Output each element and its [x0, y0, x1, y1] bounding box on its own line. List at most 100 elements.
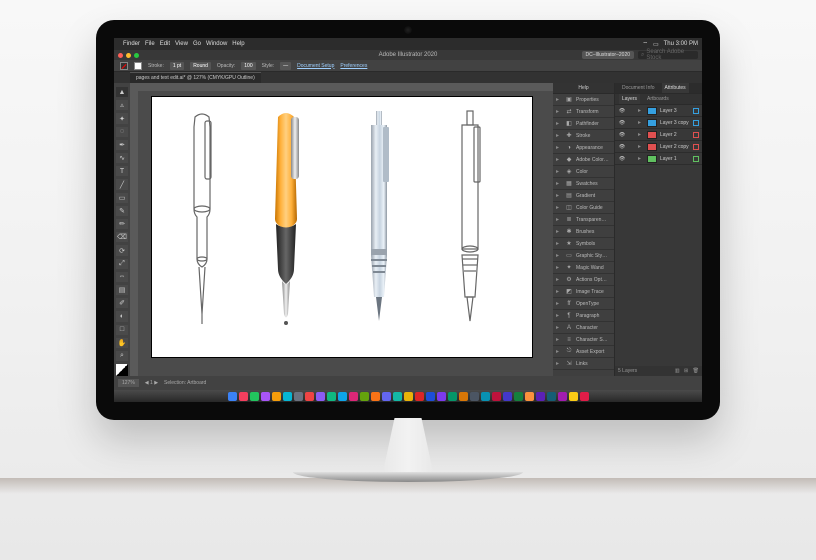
artwork-pen-outline-2[interactable] — [448, 109, 492, 341]
dock-app-icon[interactable] — [371, 392, 380, 401]
dock-app-icon[interactable] — [261, 392, 270, 401]
hand-tool[interactable]: ✋ — [116, 338, 128, 348]
layer-row[interactable]: 👁▸Layer 2 copy — [615, 141, 702, 153]
layer-name[interactable]: Layer 1 — [660, 156, 677, 162]
ruler-vertical[interactable] — [130, 91, 138, 376]
dock-app-icon[interactable] — [239, 392, 248, 401]
blend-tool[interactable]: ◐ — [116, 311, 128, 321]
menu-edit[interactable]: Edit — [160, 41, 170, 47]
dock-app-icon[interactable] — [536, 392, 545, 401]
layer-name[interactable]: Layer 3 — [660, 108, 677, 114]
stroke-swatch[interactable] — [134, 62, 142, 70]
target-icon[interactable] — [693, 120, 699, 126]
menu-help[interactable]: Help — [232, 41, 244, 47]
panel-item-pathfinder[interactable]: ▸◧Pathfinder — [553, 118, 614, 130]
panel-item-links[interactable]: ▸⇲Links — [553, 358, 614, 370]
layer-row[interactable]: 👁 ▸ Layer 3 copy — [615, 117, 702, 129]
stroke-weight-input[interactable]: 1 pt — [170, 62, 184, 70]
panel-item-opentype[interactable]: ▸ffOpenType — [553, 298, 614, 310]
zoom-tool[interactable]: ⌕ — [116, 351, 128, 361]
panel-item-properties[interactable]: ▸▣Properties — [553, 94, 614, 106]
dock-app-icon[interactable] — [525, 392, 534, 401]
layer-name[interactable]: Layer 3 copy — [660, 120, 689, 126]
dock-app-icon[interactable] — [250, 392, 259, 401]
search-input[interactable]: ⌕ Search Adobe Stock — [638, 51, 698, 59]
panel-item-character[interactable]: ▸ACharacter — [553, 322, 614, 334]
new-sublayer-icon[interactable]: ⊞ — [684, 368, 688, 374]
dock-app-icon[interactable] — [294, 392, 303, 401]
panel-item-adobe-color[interactable]: ▸◆Adobe Color… — [553, 154, 614, 166]
curvature-tool[interactable]: ∿ — [116, 153, 128, 163]
expand-icon[interactable]: ▸ — [638, 119, 644, 126]
pen-tool[interactable]: ✒ — [116, 140, 128, 150]
minimize-icon[interactable] — [126, 53, 131, 58]
selection-tool[interactable]: ▲ — [116, 87, 128, 97]
pencil-tool[interactable]: ✏ — [116, 219, 128, 229]
opacity-input[interactable]: 100 — [241, 62, 255, 70]
type-tool[interactable]: T — [116, 166, 128, 176]
document-setup-button[interactable]: Document Setup — [297, 63, 334, 69]
preferences-button[interactable]: Preferences — [340, 63, 367, 69]
target-icon[interactable] — [693, 144, 699, 150]
lasso-tool[interactable]: ◌ — [116, 127, 128, 137]
menu-window[interactable]: Window — [206, 41, 227, 47]
dock-app-icon[interactable] — [569, 392, 578, 401]
menu-view[interactable]: View — [175, 41, 188, 47]
zoom-level[interactable]: 127% — [118, 379, 139, 387]
layer-name[interactable]: Layer 2 — [660, 132, 677, 138]
panel-item-transparen[interactable]: ▸≣Transparen… — [553, 214, 614, 226]
panel-item-brushes[interactable]: ▸✱Brushes — [553, 226, 614, 238]
dock-app-icon[interactable] — [327, 392, 336, 401]
menu-finder[interactable]: Finder — [123, 41, 140, 47]
gradient-tool[interactable]: ▤ — [116, 285, 128, 295]
panel-item-gradient[interactable]: ▸▤Gradient — [553, 190, 614, 202]
zoom-window-icon[interactable] — [134, 53, 139, 58]
dock-app-icon[interactable] — [514, 392, 523, 401]
new-layer-icon[interactable]: ▥ — [675, 368, 680, 374]
menu-go[interactable]: Go — [193, 41, 201, 47]
expand-icon[interactable]: ▸ — [638, 155, 644, 162]
dock-app-icon[interactable] — [283, 392, 292, 401]
visibility-toggle-icon[interactable]: 👁 — [618, 120, 626, 126]
workspace-chip[interactable]: DC–Illustrator–2020 — [582, 51, 634, 59]
dock-app-icon[interactable] — [338, 392, 347, 401]
document-tab[interactable]: pages and text edit.ai* @ 127% (CMYK/GPU… — [130, 72, 261, 83]
panel-item-stroke[interactable]: ▸✚Stroke — [553, 130, 614, 142]
layer-row[interactable]: 👁 ▸ Layer 2 — [615, 129, 702, 141]
visibility-toggle-icon[interactable]: 👁 — [618, 156, 626, 162]
brush-tool[interactable]: ✎ — [116, 206, 128, 216]
ruler-horizontal[interactable] — [130, 83, 553, 91]
panel-item-color[interactable]: ▸◈Color — [553, 166, 614, 178]
dock-app-icon[interactable] — [426, 392, 435, 401]
visibility-toggle-icon[interactable]: 👁 — [618, 108, 626, 114]
dock-app-icon[interactable] — [404, 392, 413, 401]
panel-item-magic-wand[interactable]: ▸✦Magic Wand — [553, 262, 614, 274]
expand-icon[interactable]: ▸ — [638, 107, 644, 114]
panel-item-graphic-sty[interactable]: ▸▭Graphic Sty… — [553, 250, 614, 262]
direct-selection-tool[interactable]: ▵ — [116, 100, 128, 110]
artboard-tool[interactable]: □ — [116, 325, 128, 335]
dock-app-icon[interactable] — [360, 392, 369, 401]
panel-item-character-s[interactable]: ▸≡Character S… — [553, 334, 614, 346]
dock-app-icon[interactable] — [470, 392, 479, 401]
dock-app-icon[interactable] — [481, 392, 490, 401]
visibility-toggle-icon[interactable]: 👁 — [618, 132, 626, 138]
panel-item-symbols[interactable]: ▸★Symbols — [553, 238, 614, 250]
dock-app-icon[interactable] — [415, 392, 424, 401]
panel-item-color-guide[interactable]: ▸◫Color Guide — [553, 202, 614, 214]
panel-item-image-trace[interactable]: ▸◩Image Trace — [553, 286, 614, 298]
panel-item-swatches[interactable]: ▸▦Swatches — [553, 178, 614, 190]
menu-file[interactable]: File — [145, 41, 155, 47]
dock-app-icon[interactable] — [228, 392, 237, 401]
expand-icon[interactable]: ▸ — [638, 131, 644, 138]
dock-app-icon[interactable] — [503, 392, 512, 401]
tab-attributes[interactable]: Attributes — [662, 83, 689, 93]
dock-app-icon[interactable] — [305, 392, 314, 401]
dock-app-icon[interactable] — [459, 392, 468, 401]
dock-app-icon[interactable] — [272, 392, 281, 401]
artboard[interactable] — [152, 97, 532, 357]
target-icon[interactable] — [693, 132, 699, 138]
panel-item-paragraph[interactable]: ▸¶Paragraph — [553, 310, 614, 322]
artwork-pen-outline-1[interactable] — [180, 109, 224, 341]
delete-layer-icon[interactable]: 🗑 — [693, 368, 699, 374]
